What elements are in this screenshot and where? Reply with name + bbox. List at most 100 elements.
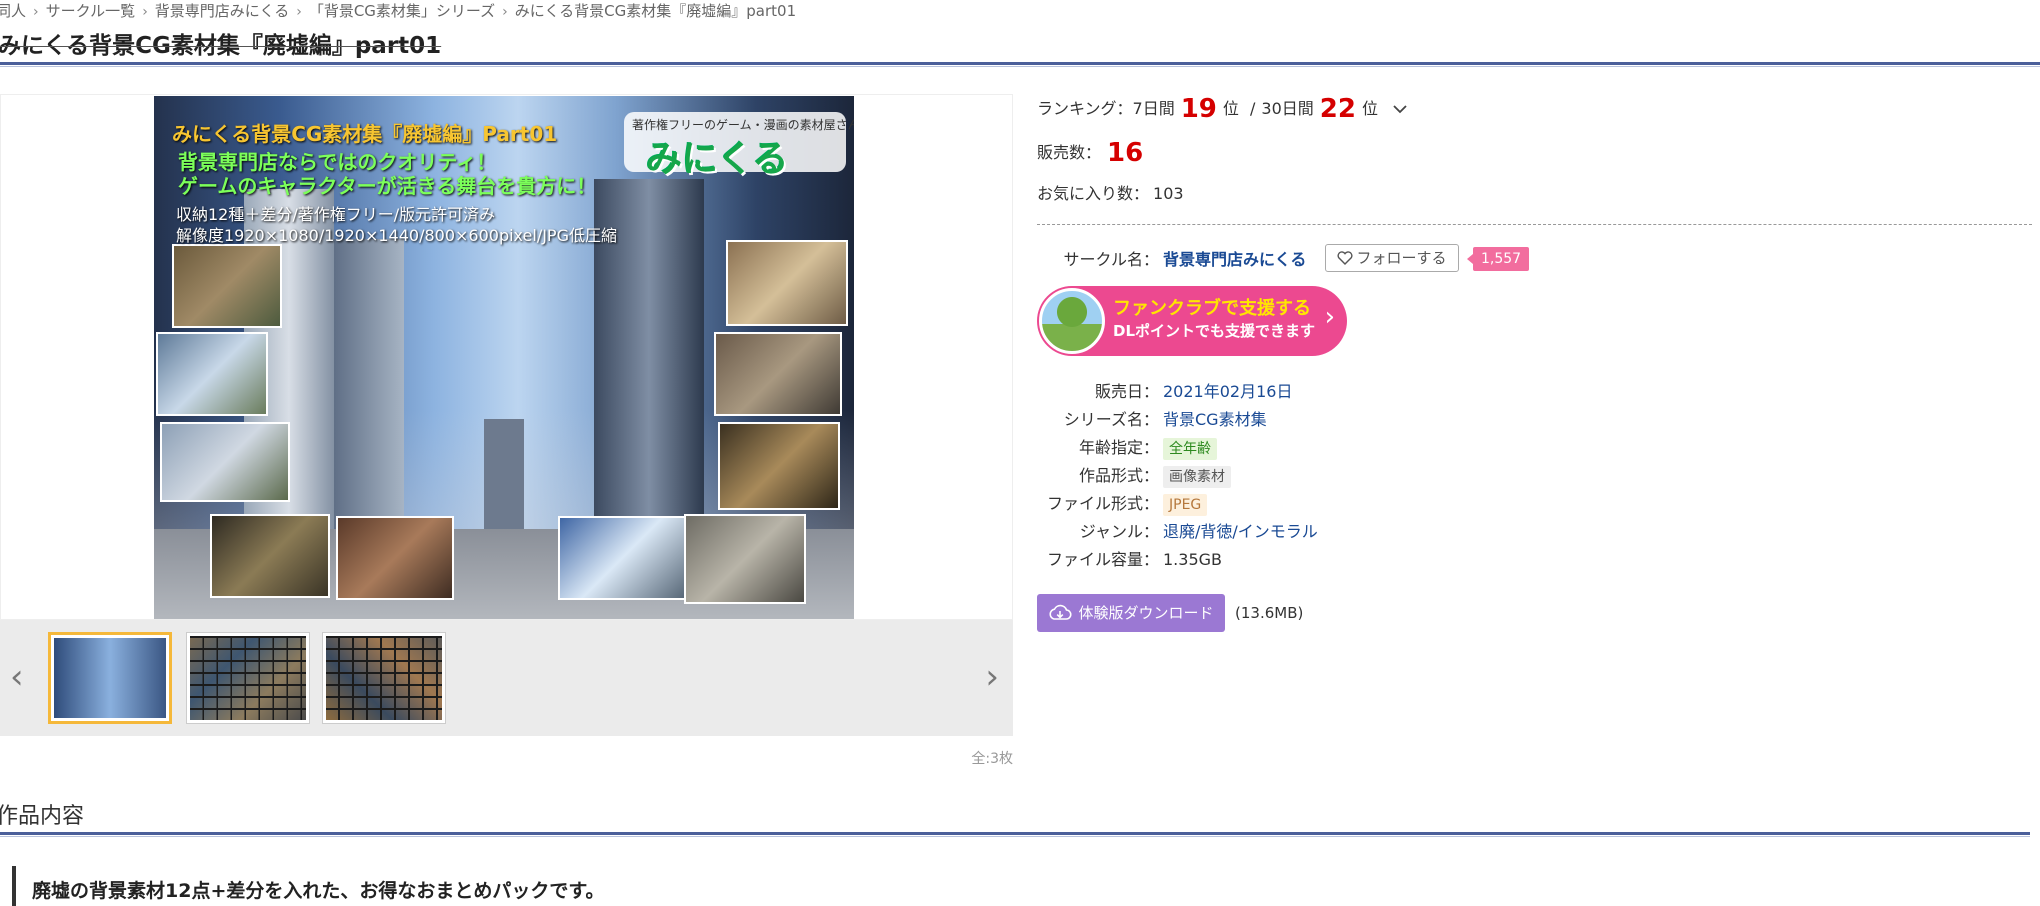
circle-label: サークル名： [1063,250,1159,269]
ranking-week-label: 7日間 [1132,99,1175,118]
sales-label: 販売数： [1037,143,1102,162]
title-divider-sub [0,66,2040,67]
favorites-label: お気に入り数： [1037,184,1150,203]
ranking-unit: 位 [1222,99,1239,118]
thumbnail-3[interactable] [322,632,446,724]
detail-work-type: 作品形式： 画像素材 [1037,462,1318,490]
chevron-right-icon: › [502,4,508,20]
inset-photo [558,516,686,600]
page-title: みにくる背景CG素材集『廃墟編』part01 [0,33,442,59]
follow-label: フォローする [1356,249,1447,267]
chevron-down-icon[interactable] [1393,99,1407,118]
inset-photo [726,240,848,326]
inset-photo [336,516,454,600]
work-type-tag[interactable]: 画像素材 [1163,466,1231,488]
ranking-separator: / [1250,99,1256,118]
breadcrumb-item-circle[interactable]: 背景専門店みにくる [155,2,289,20]
main-product-image[interactable]: みにくる背景CG素材集『廃墟編』Part01 背景専門店ならではのクオリティ！ゲ… [154,96,854,619]
fanclub-subtitle: DLポイントでも支援できます [1113,322,1316,340]
chevron-right-icon: › [142,4,148,20]
ranking-month-label: 30日間 [1261,99,1314,118]
chevron-right-icon: › [1324,302,1335,332]
ranking-unit: 位 [1361,99,1378,118]
chevron-right-icon: › [296,4,302,20]
image-headline: みにくる背景CG素材集『廃墟編』Part01 [172,122,558,146]
image-tagline-1: 背景専門店ならではのクオリティ！ [178,150,497,174]
cloud-download-icon [1048,598,1073,636]
heart-icon [1337,247,1353,273]
main-image-frame: みにくる背景CG素材集『廃墟編』Part01 背景専門店ならではのクオリティ！ゲ… [0,94,1013,620]
section-divider-sub [0,836,2030,837]
prev-arrow-icon[interactable]: ‹ [10,660,24,694]
divider [1037,224,2032,225]
breadcrumb-item-circle-list[interactable]: サークル一覧 [46,2,136,20]
circle-row: サークル名： 背景専門店みにくる フォローする 1,557 [1037,244,1530,276]
circle-name-link[interactable]: 背景専門店みにくる [1163,250,1306,269]
series-link[interactable]: 背景CG素材集 [1163,410,1267,429]
next-arrow-icon[interactable]: › [985,660,999,694]
file-size-value: 1.35GB [1163,550,1222,569]
trial-download-size: (13.6MB) [1235,604,1304,622]
detail-label: ファイル形式： [1046,494,1159,513]
release-date-link[interactable]: 2021年02月16日 [1163,382,1292,401]
product-details: 販売日： 2021年02月16日 シリーズ名： 背景CG素材集 年齢指定： 全年齢 作… [1037,378,1318,574]
ranking-row: ランキング：7日間 19 位 / 30日間 22 位 [1037,94,1407,130]
ranking-month-value: 22 [1319,94,1356,124]
breadcrumb: 同人 › サークル一覧 › 背景専門店みにくる › 「背景CG素材集」シリーズ › みにくる背景… [0,0,796,20]
trial-download-row: 体験版ダウンロード (13.6MB) [1037,594,1303,632]
fanclub-support-button[interactable]: ファンクラブで支援する DLポイントでも支援できます › [1037,286,1347,356]
detail-series: シリーズ名： 背景CG素材集 [1037,406,1318,434]
detail-label: 年齢指定： [1078,438,1159,457]
image-specs: 収納12種＋差分/著作権フリー/版元許可済み解像度1920×1080/1920×… [176,204,617,246]
follow-button[interactable]: フォローする [1325,244,1459,272]
description-text: 廃墟の背景素材12点+差分を入れた、お得なおまとめパックです。 [32,880,605,902]
sales-row: 販売数： 16 [1037,138,1143,168]
thumbnail-image [326,636,442,720]
detail-label: 作品形式： [1078,466,1159,485]
inset-photo [160,422,290,502]
thumbnail-image [54,638,166,718]
file-format-tag[interactable]: JPEG [1163,494,1208,516]
image-spec-1: 収納12種＋差分/著作権フリー/版元許可済み [176,205,496,224]
description-accent-bar [12,866,16,906]
inset-photo [210,514,330,598]
fanclub-avatar [1039,288,1105,354]
section-title-description: 作品内容 [0,804,85,829]
detail-label: ファイル容量： [1046,550,1159,569]
circle-logo-badge: 著作権フリーのゲーム・漫画の素材屋さん みにくる [624,112,854,180]
detail-label: ジャンル： [1079,522,1159,541]
inset-photo [156,332,268,416]
inset-photo [718,422,840,510]
age-rating-tag[interactable]: 全年齢 [1163,438,1217,460]
detail-genre: ジャンル： 退廃/背徳/インモラル [1037,518,1318,546]
sales-value: 16 [1107,138,1144,168]
breadcrumb-item-doujin[interactable]: 同人 [0,2,26,20]
genre-link[interactable]: 退廃/背徳/インモラル [1163,522,1318,541]
ranking-week-value: 19 [1180,94,1217,124]
thumbnail-strip: ‹ › [0,620,1013,736]
detail-age-rating: 年齢指定： 全年齢 [1037,434,1318,462]
image-spec-2: 解像度1920×1080/1920×1440/800×600pixel/JPG低… [176,226,617,245]
inset-photo [172,244,282,328]
thumbnail-image [190,636,306,720]
image-count: 全:3枚 [971,751,1013,767]
circle-logo: みにくる [646,139,789,180]
chevron-right-icon: › [33,4,39,20]
thumbnail-1[interactable] [48,632,172,724]
favorites-row: お気に入り数： 103 [1037,180,1184,204]
breadcrumb-item-current: みにくる背景CG素材集『廃墟編』part01 [514,2,797,20]
section-divider [0,832,2030,835]
image-tagline: 背景専門店ならではのクオリティ！ ゲームのキャラクターが活きる舞台を貴方に！ [178,150,596,198]
breadcrumb-item-series[interactable]: 「背景CG素材集」シリーズ [309,2,495,20]
detail-file-format: ファイル形式： JPEG [1037,490,1318,518]
title-divider [0,62,2040,65]
thumbnail-2[interactable] [186,632,310,724]
detail-label: シリーズ名： [1063,410,1159,429]
ranking-label: ランキング： [1037,99,1133,118]
trial-download-button[interactable]: 体験版ダウンロード [1037,594,1225,632]
image-tagline-2: ゲームのキャラクターが活きる舞台を貴方に！ [178,174,597,198]
trial-download-label: 体験版ダウンロード [1078,604,1214,622]
favorites-value: 103 [1153,184,1184,203]
inset-photo [684,514,806,604]
fanclub-title: ファンクラブで支援する [1113,298,1311,319]
